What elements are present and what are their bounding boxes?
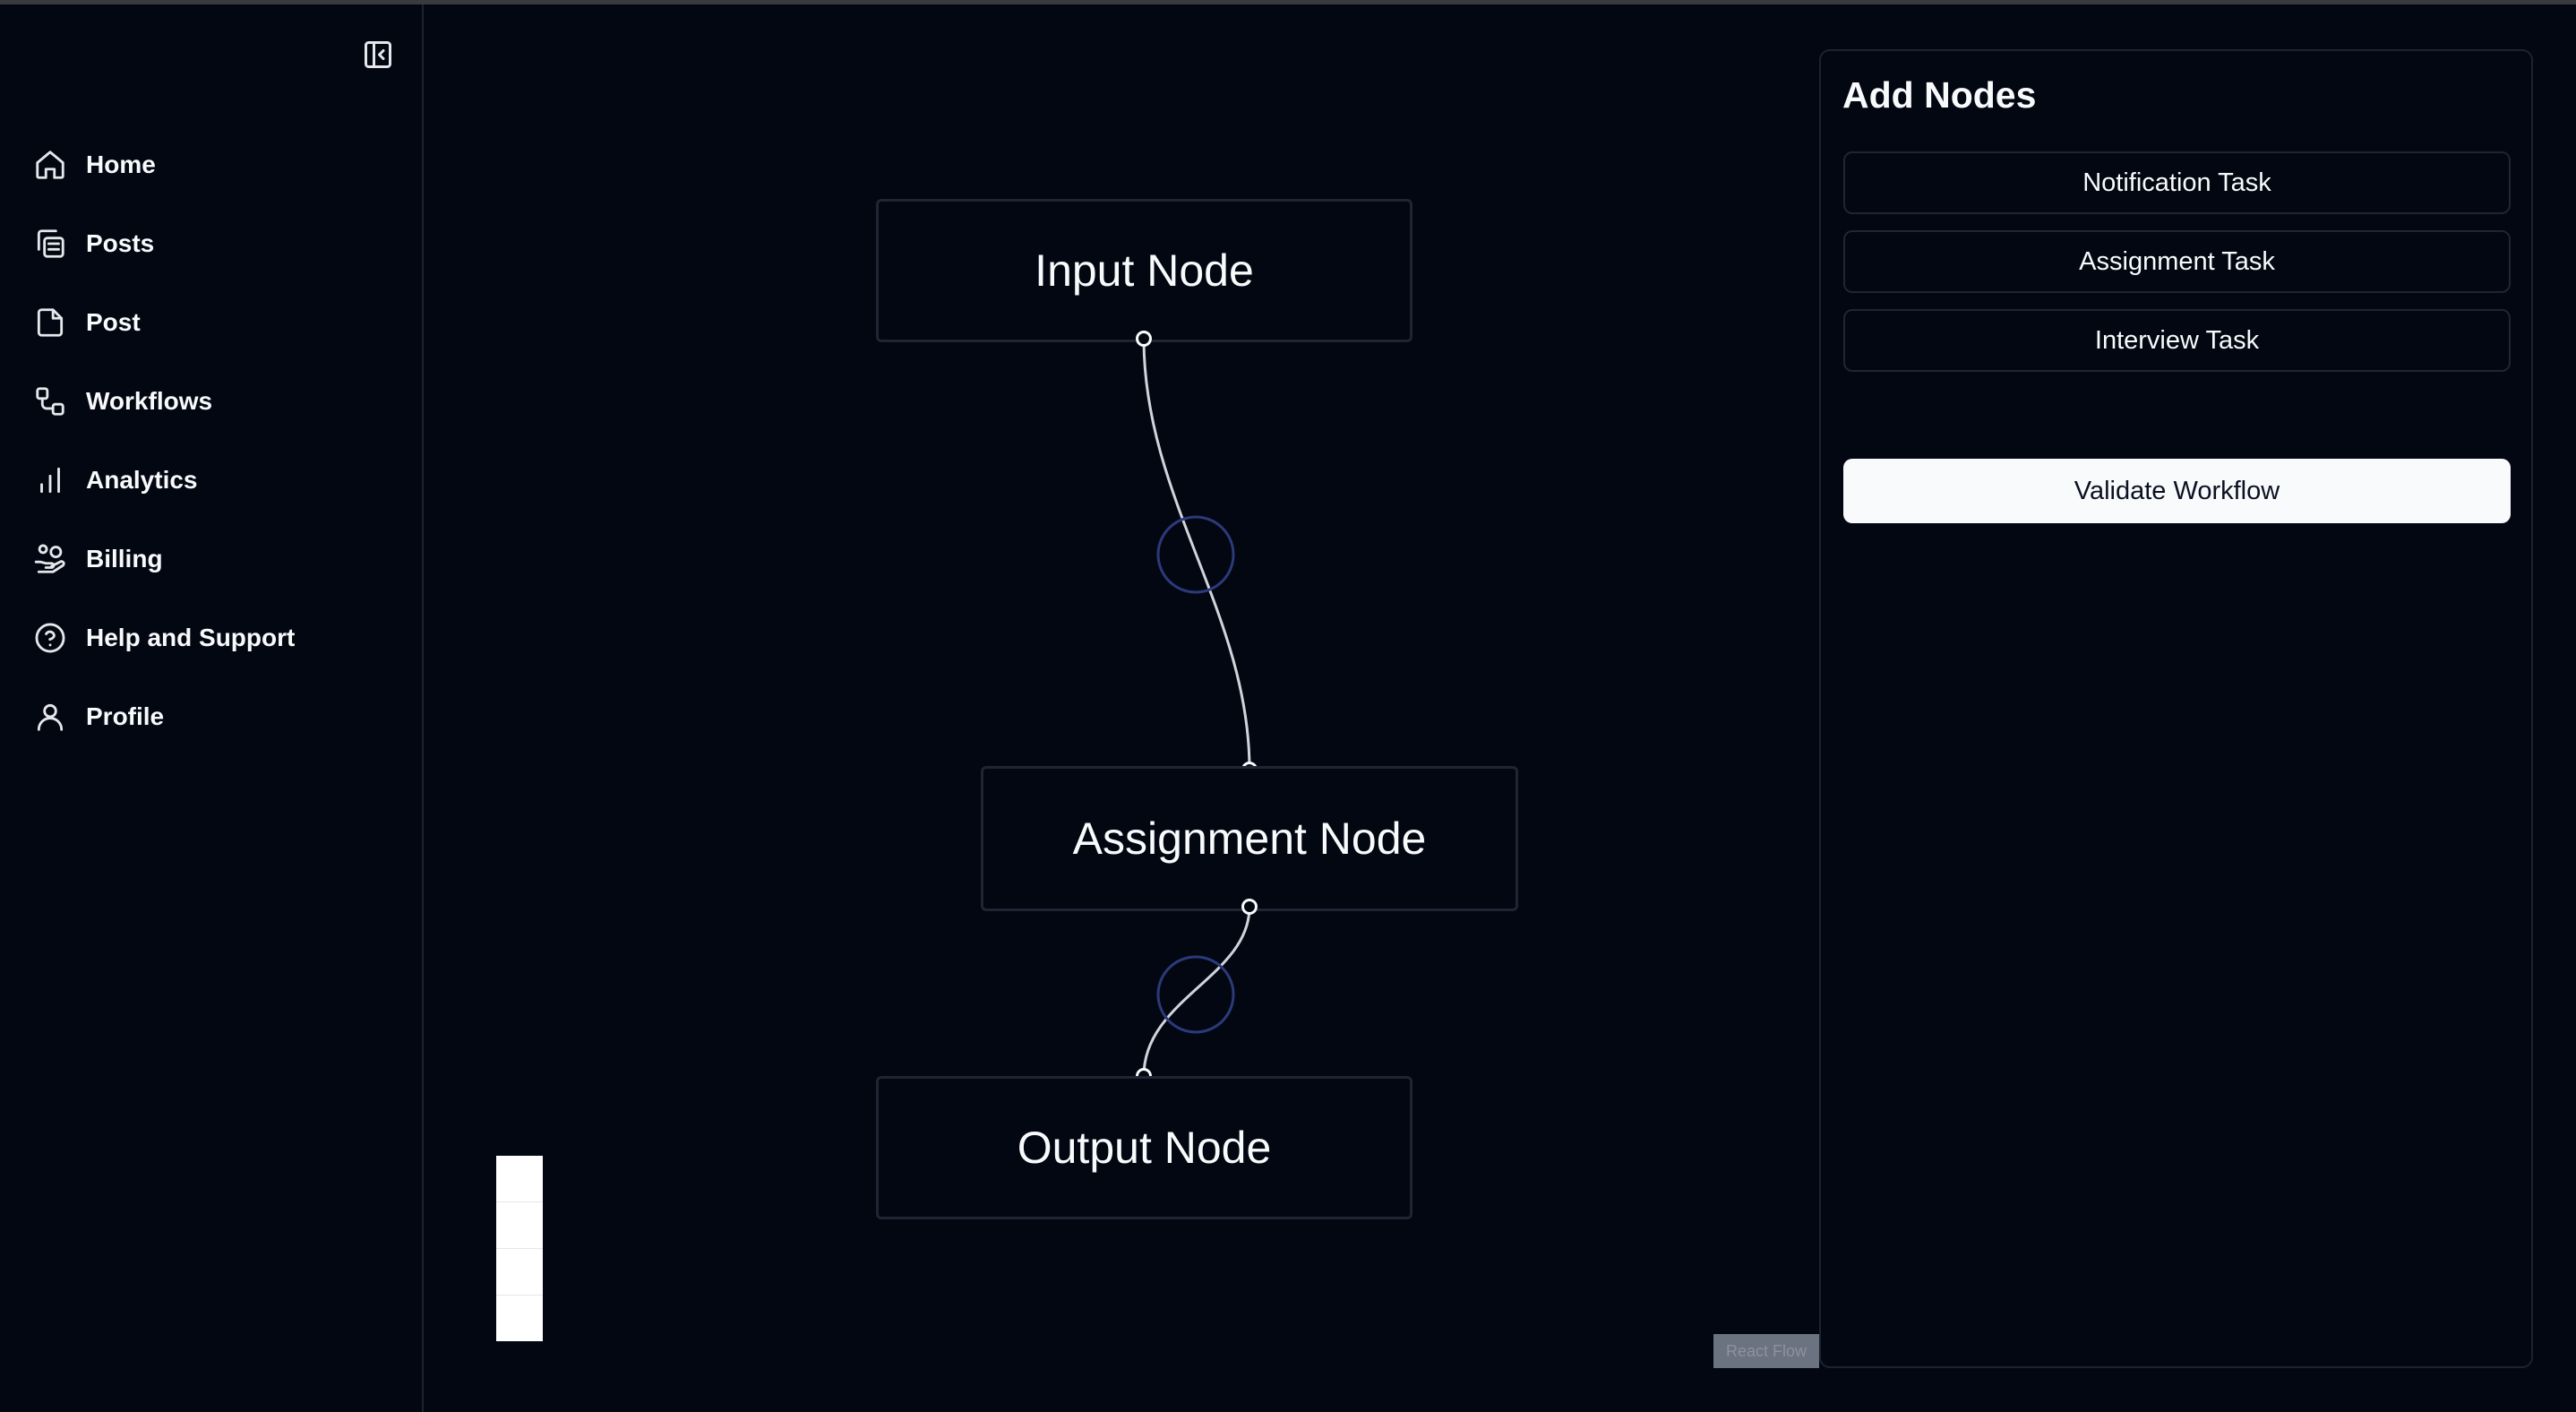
- sidebar-item-label: Home: [86, 151, 156, 178]
- copy-icon: [32, 226, 68, 262]
- node-label: Output Node: [1017, 1123, 1272, 1173]
- sidebar-item-help-and-support[interactable]: Help and Support: [0, 598, 422, 677]
- sidebar-nav: Home Posts Post Workflows Analytics Bill…: [0, 125, 422, 756]
- input-node-source-handle[interactable]: [1136, 331, 1152, 347]
- react-flow-attribution[interactable]: React Flow: [1713, 1334, 1819, 1368]
- zoom-out-button[interactable]: [496, 1202, 543, 1249]
- workflow-icon: [32, 383, 68, 419]
- sidebar-item-home[interactable]: Home: [0, 125, 422, 204]
- input-node[interactable]: Input Node: [876, 199, 1413, 342]
- node-label: Input Node: [1035, 245, 1254, 296]
- user-icon: [32, 699, 68, 735]
- sidebar-item-posts[interactable]: Posts: [0, 204, 422, 283]
- sidebar: Home Posts Post Workflows Analytics Bill…: [0, 4, 424, 1412]
- sidebar-item-label: Profile: [86, 702, 165, 730]
- sidebar-item-label: Help and Support: [86, 624, 296, 651]
- sidebar-item-label: Billing: [86, 545, 163, 573]
- fit-view-button[interactable]: [496, 1249, 543, 1296]
- assignment-node[interactable]: Assignment Node: [981, 766, 1518, 911]
- validate-workflow-button[interactable]: Validate Workflow: [1843, 459, 2511, 523]
- lock-button[interactable]: [496, 1296, 543, 1341]
- sidebar-item-profile[interactable]: Profile: [0, 677, 422, 756]
- file-icon: [32, 305, 68, 340]
- sidebar-item-billing[interactable]: Billing: [0, 520, 422, 598]
- interview-task-button[interactable]: Interview Task: [1843, 309, 2511, 372]
- zoom-in-button[interactable]: [496, 1156, 543, 1202]
- flow-controls: [496, 1156, 543, 1341]
- sidebar-collapse-button[interactable]: [360, 37, 396, 73]
- hand-coins-icon: [32, 541, 68, 577]
- panel-left-close-icon: [365, 41, 391, 68]
- edge-marker[interactable]: [1156, 955, 1235, 1034]
- bar-chart-icon: [32, 462, 68, 498]
- sidebar-item-analytics[interactable]: Analytics: [0, 441, 422, 520]
- assignment-task-button[interactable]: Assignment Task: [1843, 230, 2511, 293]
- home-icon: [32, 147, 68, 183]
- panel-title: Add Nodes: [1842, 74, 2037, 116]
- assignment-node-source-handle[interactable]: [1241, 899, 1258, 915]
- sidebar-item-label: Posts: [86, 229, 155, 257]
- sidebar-item-label: Workflows: [86, 387, 213, 415]
- sidebar-item-label: Post: [86, 308, 141, 336]
- help-circle-icon: [32, 620, 68, 656]
- sidebar-item-post[interactable]: Post: [0, 283, 422, 362]
- node-label: Assignment Node: [1072, 814, 1427, 864]
- output-node[interactable]: Output Node: [876, 1076, 1413, 1219]
- sidebar-item-workflows[interactable]: Workflows: [0, 362, 422, 441]
- notification-task-button[interactable]: Notification Task: [1843, 151, 2511, 214]
- add-nodes-panel: Add Nodes Notification Task Assignment T…: [1819, 49, 2533, 1368]
- sidebar-item-label: Analytics: [86, 466, 198, 494]
